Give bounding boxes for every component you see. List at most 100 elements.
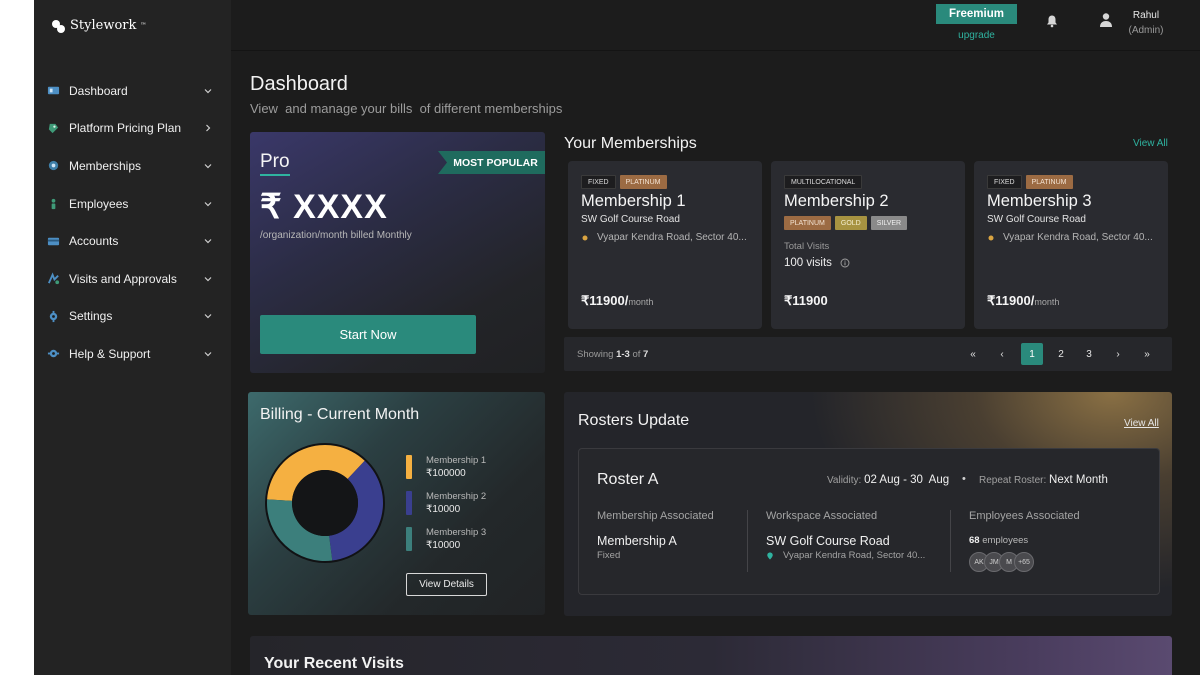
view-details-button[interactable]: View Details bbox=[406, 573, 487, 596]
info-icon[interactable] bbox=[840, 258, 850, 268]
membership-price-period: month bbox=[1034, 297, 1060, 307]
chevron-down-icon bbox=[204, 352, 212, 357]
prev-page-button[interactable]: ‹ bbox=[991, 343, 1013, 365]
tag-fixed: FIXED bbox=[581, 175, 616, 189]
tag-fixed: FIXED bbox=[987, 175, 1022, 189]
showing-of: of bbox=[632, 349, 641, 360]
roster-repeat: Repeat Roster: Next Month bbox=[979, 474, 1108, 486]
membership-associated-value: Membership A bbox=[597, 534, 677, 548]
showing-range: 1-3 bbox=[616, 349, 630, 360]
membership-price: ₹11900/month bbox=[987, 293, 1059, 309]
page-button-3[interactable]: 3 bbox=[1078, 343, 1100, 365]
sidebar-item-label: Help & Support bbox=[69, 346, 151, 361]
roster-validity: Validity: 02 Aug - 30 Aug bbox=[827, 474, 949, 486]
roster-employees-column: Employees Associated 68 employees AK JM … bbox=[969, 510, 1080, 572]
employees-associated-label: Employees Associated bbox=[969, 510, 1080, 522]
roster-workspace-column: Workspace Associated SW Golf Course Road… bbox=[766, 510, 925, 561]
legend-color-swatch bbox=[406, 527, 412, 551]
sidebar-item-employees[interactable]: Employees bbox=[34, 185, 231, 223]
membership-price-amount: ₹11900/ bbox=[987, 293, 1035, 308]
chevron-down-icon bbox=[204, 164, 212, 169]
legend-value: ₹100000 bbox=[426, 468, 466, 479]
user-name[interactable]: Rahul bbox=[1121, 10, 1171, 21]
visits-icon bbox=[46, 272, 60, 286]
employees-count-number: 68 bbox=[969, 535, 980, 546]
sidebar-item-help-and-support[interactable]: Help & Support bbox=[34, 335, 231, 373]
billing-legend-item: Membership 1 ₹100000 bbox=[406, 455, 486, 479]
membership-card[interactable]: FIXED PLATINUM Membership 3 SW Golf Cour… bbox=[974, 161, 1168, 329]
sidebar-item-platform-pricing-plan[interactable]: Platform Pricing Plan bbox=[34, 110, 231, 148]
rosters-card: Rosters Update View All Roster A Validit… bbox=[564, 392, 1172, 616]
sidebar-item-memberships[interactable]: Memberships bbox=[34, 147, 231, 185]
billing-donut-chart bbox=[265, 443, 385, 563]
sidebar-item-visits-and-approvals[interactable]: Visits and Approvals bbox=[34, 260, 231, 298]
brand-logo[interactable]: Stylework ™ bbox=[52, 18, 146, 33]
column-divider bbox=[747, 510, 748, 572]
tag-platinum: PLATINUM bbox=[1025, 175, 1073, 189]
rosters-title: Rosters Update bbox=[578, 412, 690, 429]
location-pin-icon bbox=[988, 235, 994, 240]
employees-count-word: employees bbox=[982, 535, 1029, 546]
tag-platinum: PLATINUM bbox=[619, 175, 667, 189]
membership-address: Vyapar Kendra Road, Sector 40... bbox=[581, 232, 747, 243]
location-pin-icon bbox=[582, 235, 588, 240]
memberships-title: Your Memberships bbox=[564, 135, 697, 152]
sidebar-item-accounts[interactable]: Accounts bbox=[34, 222, 231, 260]
plan-badge: Freemium bbox=[936, 4, 1017, 24]
membership-associated-type: Fixed bbox=[597, 550, 621, 561]
tag-platinum: PLATINUM bbox=[784, 216, 831, 230]
brand-name: Stylework bbox=[70, 18, 137, 33]
membership-card[interactable]: FIXED PLATINUM Membership 1 SW Golf Cour… bbox=[568, 161, 762, 329]
most-popular-ribbon: MOST POPULAR bbox=[438, 151, 545, 174]
membership-tier-tags: PLATINUM GOLD SILVER bbox=[784, 216, 908, 230]
page-button-2[interactable]: 2 bbox=[1050, 343, 1072, 365]
membership-price-amount: ₹11900/ bbox=[581, 293, 629, 308]
legend-value: ₹10000 bbox=[426, 540, 461, 551]
membership-card[interactable]: MULTILOCATIONAL Membership 2 PLATINUM GO… bbox=[771, 161, 965, 329]
legend-name: Membership 2 bbox=[426, 491, 487, 502]
dashboard-icon bbox=[46, 84, 60, 98]
roster-item[interactable]: Roster A Validity: 02 Aug - 30 Aug • Rep… bbox=[578, 448, 1160, 595]
upgrade-link[interactable]: upgrade bbox=[936, 30, 1017, 41]
billing-card: Billing - Current Month Membership 1 ₹10… bbox=[248, 392, 545, 615]
sidebar-item-label: Employees bbox=[69, 196, 129, 211]
membership-tags: MULTILOCATIONAL bbox=[784, 175, 863, 189]
tag-gold: GOLD bbox=[834, 216, 867, 230]
chevron-down-icon bbox=[204, 88, 212, 94]
employee-avatars[interactable]: AK JM M +65 bbox=[969, 552, 1080, 572]
page-button-1[interactable]: 1 bbox=[1021, 343, 1043, 365]
sidebar-item-settings[interactable]: Settings bbox=[34, 298, 231, 336]
legend-color-swatch bbox=[406, 455, 412, 479]
sidebar-item-dashboard[interactable]: Dashboard bbox=[34, 72, 231, 110]
last-page-button[interactable]: » bbox=[1136, 343, 1158, 365]
membership-address: Vyapar Kendra Road, Sector 40... bbox=[987, 232, 1153, 243]
first-page-button[interactable]: « bbox=[962, 343, 984, 365]
plan-name: Pro bbox=[260, 151, 290, 176]
user-icon[interactable] bbox=[1099, 12, 1113, 28]
rosters-view-all-link[interactable]: View All bbox=[1124, 418, 1159, 429]
pro-plan-card: Pro MOST POPULAR ₹ XXXX /organization/mo… bbox=[250, 132, 545, 373]
membership-address-text: Vyapar Kendra Road, Sector 40... bbox=[597, 232, 747, 243]
membership-location: SW Golf Course Road bbox=[581, 214, 680, 225]
workspace-address-text: Vyapar Kendra Road, Sector 40... bbox=[783, 550, 926, 561]
membership-name: Membership 2 bbox=[784, 192, 889, 210]
showing-total: 7 bbox=[643, 349, 649, 360]
legend-value: ₹10000 bbox=[426, 504, 461, 515]
roster-repeat-label: Repeat Roster: bbox=[979, 475, 1047, 486]
roster-separator: • bbox=[962, 473, 966, 485]
plan-price: ₹ XXXX bbox=[260, 188, 388, 226]
roster-membership-column: Membership Associated Membership A Fixed bbox=[597, 510, 714, 561]
legend-name: Membership 3 bbox=[426, 527, 487, 538]
next-page-button[interactable]: › bbox=[1107, 343, 1129, 365]
roster-validity-label: Validity: bbox=[827, 475, 862, 486]
membership-price-period: month bbox=[628, 297, 654, 307]
start-now-button[interactable]: Start Now bbox=[260, 315, 476, 354]
location-pin-icon bbox=[767, 552, 773, 559]
donut-hole bbox=[292, 470, 358, 536]
membership-price: ₹11900/month bbox=[581, 293, 653, 309]
bell-icon[interactable] bbox=[1045, 14, 1059, 28]
roster-name: Roster A bbox=[597, 471, 659, 488]
sidebar-item-label: Settings bbox=[69, 309, 113, 324]
employees-count: 68 employees bbox=[969, 535, 1080, 546]
memberships-view-all-link[interactable]: View All bbox=[1133, 138, 1168, 149]
